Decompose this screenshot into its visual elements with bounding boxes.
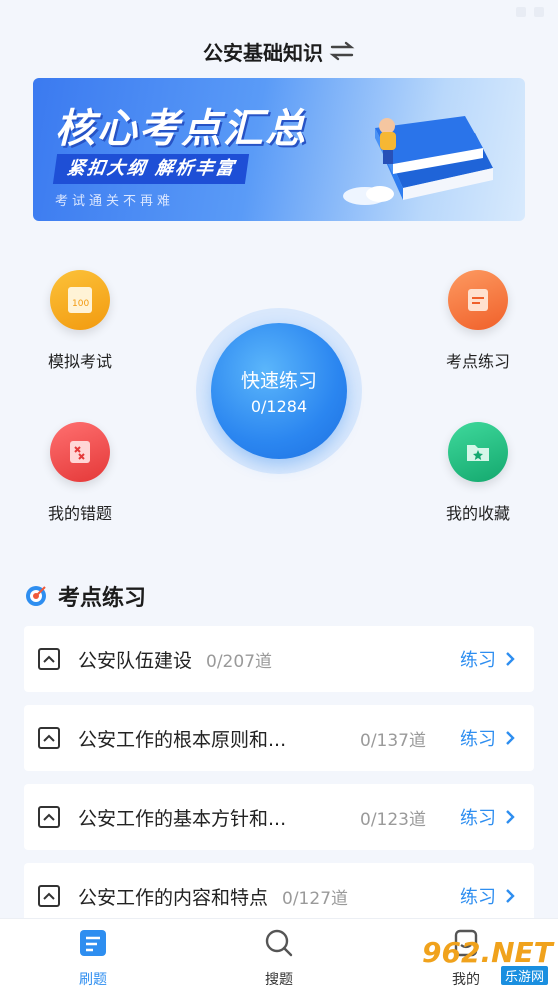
status-bar	[0, 0, 558, 24]
chapter-count: 0/137道	[360, 730, 426, 751]
practice-link[interactable]: 练习	[460, 646, 496, 672]
wrong-answers-icon	[50, 422, 110, 482]
wrong-answers-button[interactable]: 我的错题	[20, 422, 140, 524]
battery-icon	[534, 7, 544, 17]
exam-paper-icon: 100	[50, 270, 110, 330]
chapter-name: 公安工作的根本原则和...	[78, 728, 287, 751]
expand-icon[interactable]	[38, 727, 60, 749]
chapter-name: 公安工作的内容和特点	[78, 886, 269, 909]
chapter-name: 公安工作的基本方针和...	[78, 807, 287, 830]
mock-exam-button[interactable]: 100 模拟考试	[20, 270, 140, 372]
chapter-count: 0/207道	[206, 651, 273, 672]
banner-subtitle: 紧扣大纲 解析丰富	[52, 154, 250, 184]
book-illustration-icon	[343, 116, 493, 205]
quick-practice-circle[interactable]: 快速练习 0/1284	[211, 323, 347, 459]
section-header: 考点练习	[24, 580, 146, 612]
practice-link[interactable]: 练习	[460, 883, 496, 909]
chapter-row[interactable]: 公安队伍建设 0/207道 练习	[24, 626, 534, 692]
banner-title: 核心考点汇总	[55, 106, 307, 152]
promo-banner[interactable]: 核心考点汇总 紧扣大纲 解析丰富 考试通关不再难	[33, 78, 525, 221]
quick-practice-button[interactable]: 快速练习 0/1284	[196, 308, 362, 474]
bottom-tab-bar: 刷题 搜题 我的 962.NET 乐游网	[0, 918, 558, 992]
chevron-right-icon	[506, 810, 515, 824]
expand-icon[interactable]	[38, 648, 60, 670]
notebook-icon	[448, 270, 508, 330]
chevron-right-icon	[506, 889, 515, 903]
chapter-count: 0/127道	[282, 888, 349, 909]
tab-practice[interactable]: 刷题	[53, 927, 133, 989]
banner-tagline: 考试通关不再难	[55, 194, 175, 209]
practice-link[interactable]: 练习	[460, 725, 496, 751]
chevron-right-icon	[506, 652, 515, 666]
chapter-row[interactable]: 公安工作的基本方针和... 0/123道 练习	[24, 784, 534, 850]
swap-icon[interactable]	[329, 41, 355, 61]
quick-practice-label: 快速练习	[240, 370, 317, 392]
target-icon	[26, 586, 46, 606]
search-tab-icon	[265, 929, 293, 957]
wrong-answers-label: 我的错题	[47, 504, 112, 523]
wifi-icon	[516, 7, 526, 17]
page-title: 公安基础知识	[203, 40, 323, 65]
tab-practice-label: 刷题	[79, 972, 107, 988]
header: 公安基础知识	[0, 34, 558, 68]
favorite-folder-icon	[448, 422, 508, 482]
chapter-row[interactable]: 公安工作的根本原则和... 0/137道 练习	[24, 705, 534, 771]
tab-search[interactable]: 搜题	[239, 927, 319, 989]
mock-exam-label: 模拟考试	[47, 352, 112, 371]
point-practice-button[interactable]: 考点练习	[418, 270, 538, 372]
expand-icon[interactable]	[38, 885, 60, 907]
chevron-right-icon	[506, 731, 515, 745]
favorites-label: 我的收藏	[445, 504, 510, 523]
quick-practice-count: 0/1284	[250, 397, 308, 416]
watermark-site: 乐游网	[500, 966, 548, 985]
chapter-name: 公安队伍建设	[78, 649, 193, 672]
section-title: 考点练习	[58, 586, 147, 611]
tab-search-label: 搜题	[265, 972, 293, 988]
favorites-button[interactable]: 我的收藏	[418, 422, 538, 524]
practice-tab-icon	[80, 930, 106, 956]
point-practice-label: 考点练习	[445, 352, 510, 371]
watermark-brand: 962.NET	[422, 936, 553, 969]
practice-link[interactable]: 练习	[460, 804, 496, 830]
expand-icon[interactable]	[38, 806, 60, 828]
svg-text:100: 100	[72, 299, 89, 309]
watermark-logo: 962.NET 乐游网	[422, 936, 553, 986]
chapter-count: 0/123道	[360, 809, 426, 830]
